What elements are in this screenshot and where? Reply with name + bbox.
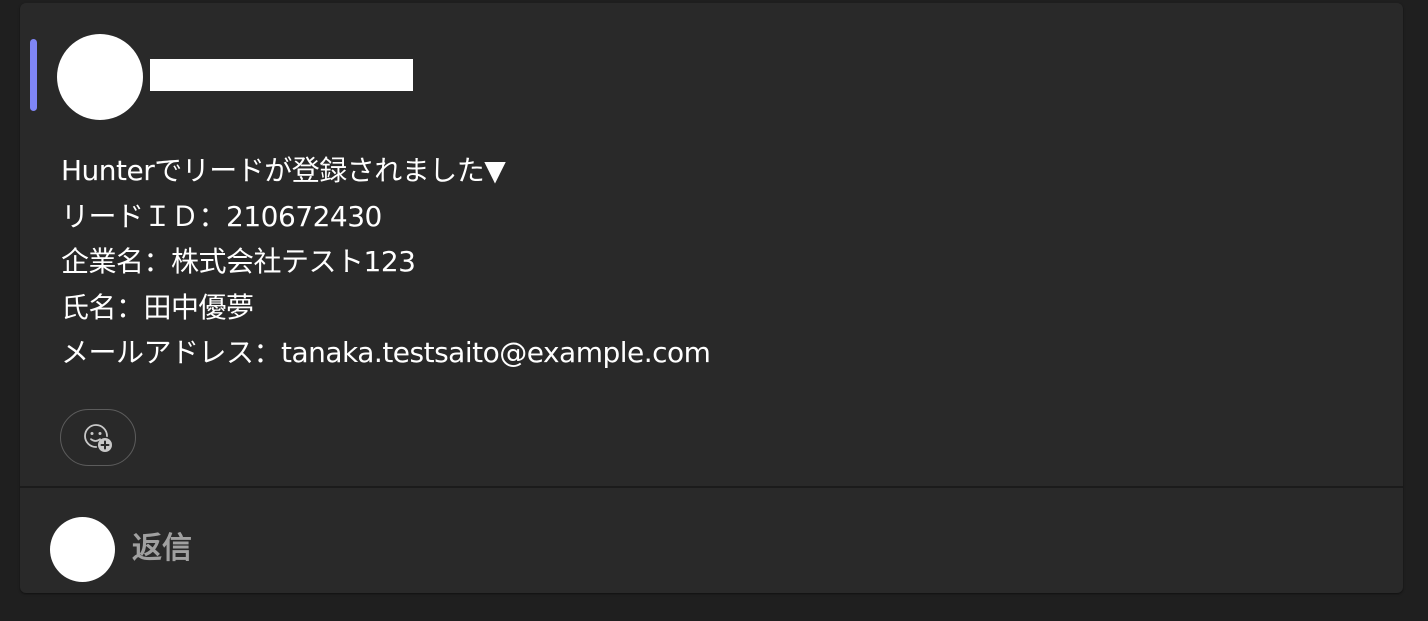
message-line: リードＩＤ：210672430 <box>61 199 382 233</box>
message-line: 氏名：田中優夢 <box>61 290 254 324</box>
add-reaction-icon <box>84 423 112 452</box>
sender-name-redacted <box>150 59 413 91</box>
message-body: Hunterでリードが登録されました▼ リードＩＤ：210672430 企業名：… <box>61 148 711 376</box>
reply-label[interactable]: 返信 <box>132 529 192 569</box>
message-card: Hunterでリードが登録されました▼ リードＩＤ：210672430 企業名：… <box>20 3 1403 593</box>
message-line: メールアドレス：tanaka.testsaito@example.com <box>61 336 711 369</box>
message-line: Hunterでリードが登録されました▼ <box>61 154 506 187</box>
sender-avatar[interactable] <box>57 34 143 120</box>
message-line: 企業名：株式会社テスト123 <box>61 245 416 278</box>
reply-box[interactable]: 返信 <box>20 488 1403 593</box>
add-reaction-button[interactable] <box>60 409 136 466</box>
reply-avatar <box>50 517 115 582</box>
accent-bar <box>30 39 37 111</box>
